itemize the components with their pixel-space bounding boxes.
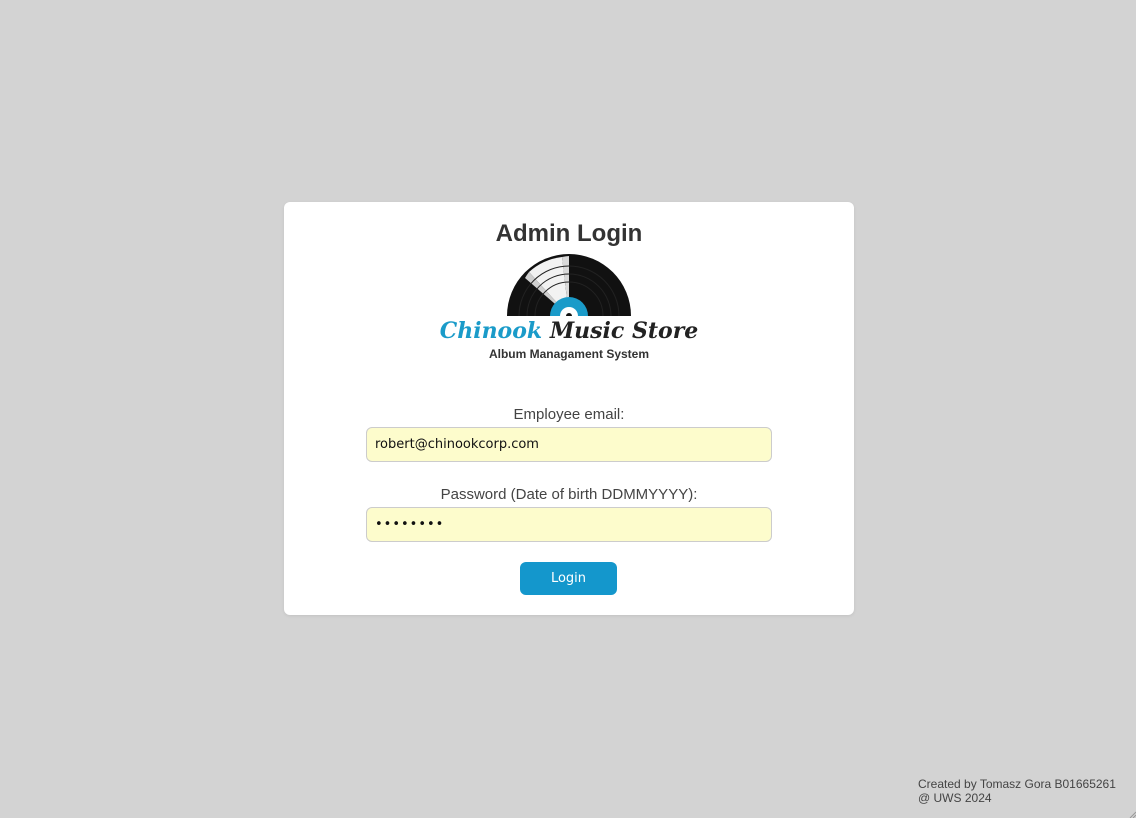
email-label: Employee email: [513, 406, 625, 423]
email-field[interactable] [366, 427, 772, 462]
brand-name-part1: Chinook [439, 318, 543, 344]
password-label: Password (Date of birth DDMMYYYY): [440, 486, 698, 503]
login-card: Admin Login Chinook Music Store Album Ma… [284, 202, 854, 615]
footer-line-2: @ UWS 2024 [918, 791, 992, 805]
store-logo: Chinook Music Store Album Managament Sys… [284, 254, 854, 364]
password-field[interactable] [366, 507, 772, 542]
resize-grip-icon[interactable] [1128, 810, 1136, 818]
page: Admin Login Chinook Music Store Album Ma… [0, 0, 1136, 818]
vinyl-record-icon [507, 254, 631, 316]
login-button[interactable]: Login [520, 562, 617, 595]
page-title: Admin Login [495, 220, 643, 247]
brand-name-part2: Music Store [549, 318, 699, 344]
brand-subtitle: Album Managament System [488, 347, 650, 361]
brand-name: Chinook Music Store [284, 318, 854, 344]
footer-line-1: Created by Tomasz Gora B01665261 [918, 777, 1116, 791]
footer-credits: Created by Tomasz Gora B01665261 @ UWS 2… [918, 777, 1133, 805]
